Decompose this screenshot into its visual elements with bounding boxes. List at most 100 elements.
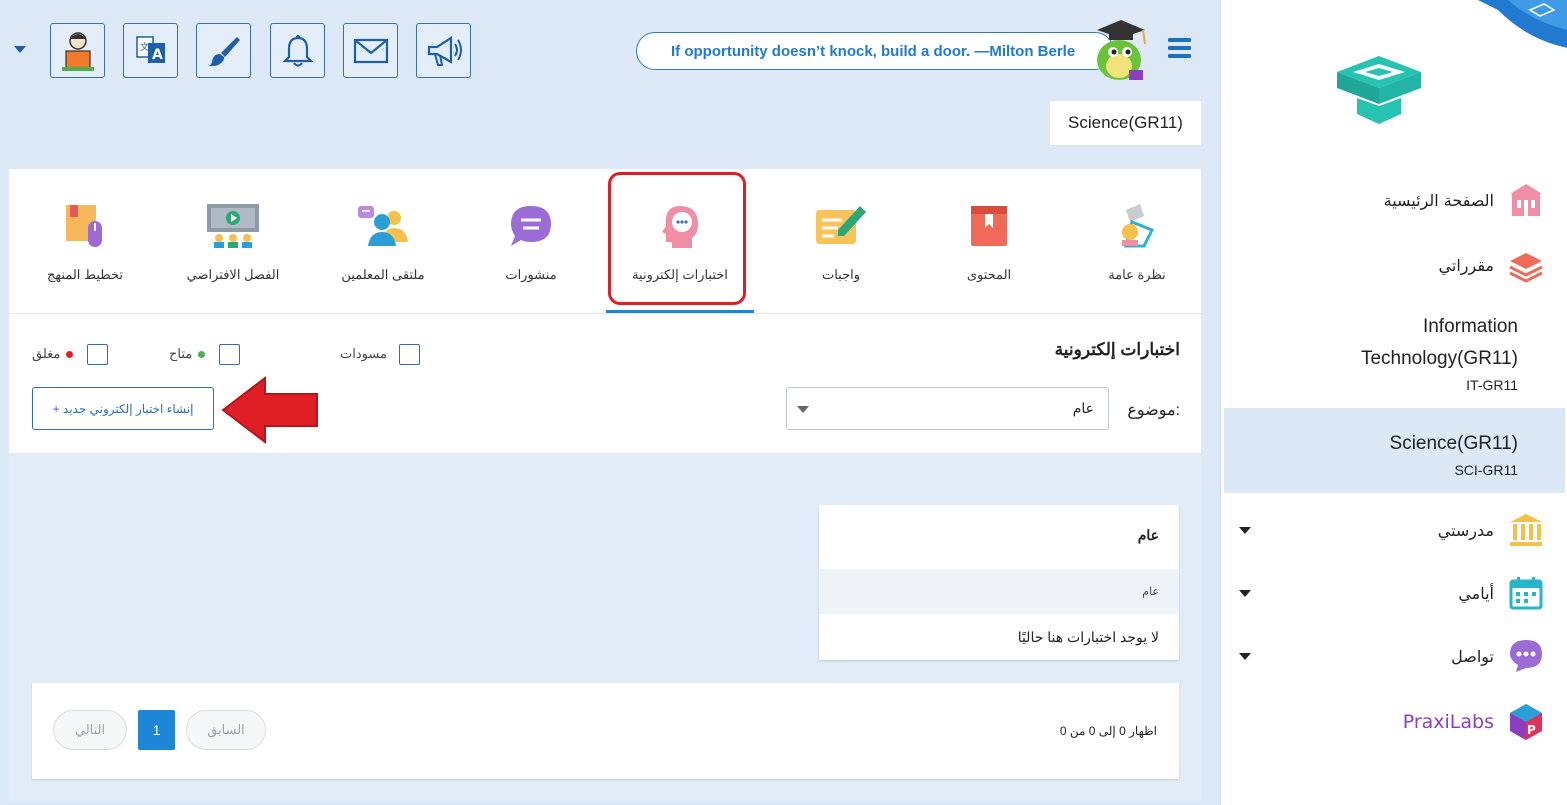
sidebar-item-label: PraxiLabs bbox=[1402, 711, 1494, 733]
svg-text:A: A bbox=[152, 47, 163, 63]
motivational-quote: If opportunity doesn’t knock, build a do… bbox=[636, 32, 1114, 70]
chevron-down-icon[interactable] bbox=[1239, 653, 1251, 660]
calendar-icon bbox=[1509, 577, 1543, 610]
mascot-dragon-icon bbox=[1097, 20, 1146, 80]
tab-label: تخطيط المنهج bbox=[47, 267, 123, 282]
legend-closed[interactable]: مغلق bbox=[32, 343, 109, 365]
institution-icon bbox=[1510, 514, 1542, 546]
next-page-button[interactable]: التالي bbox=[53, 710, 127, 750]
course-name-line1: Science(GR11) bbox=[1389, 433, 1518, 454]
create-quiz-button[interactable]: + إنشاء اختبار إلكتروني جديد bbox=[32, 387, 214, 430]
chevron-down-icon[interactable] bbox=[1239, 590, 1251, 597]
pagination-bar: اظهار 0 إلى 0 من 0 السابق 1 التالي bbox=[32, 683, 1179, 779]
overview-icon bbox=[1122, 204, 1155, 248]
announcements-button[interactable] bbox=[416, 23, 471, 78]
topic-select[interactable]: عام bbox=[786, 387, 1109, 430]
content-book-icon bbox=[971, 206, 1007, 246]
closed-checkbox[interactable] bbox=[87, 343, 109, 365]
closed-dot-icon bbox=[66, 350, 74, 358]
available-checkbox[interactable] bbox=[219, 343, 241, 365]
bell-icon bbox=[281, 34, 314, 67]
legend-closed-label: مغلق bbox=[32, 346, 61, 361]
chevron-down-icon bbox=[797, 406, 809, 413]
megaphone-icon bbox=[427, 35, 462, 66]
available-dot-icon bbox=[198, 350, 206, 358]
app-logo-icon bbox=[1337, 56, 1421, 124]
topic-select-value: عام bbox=[1072, 400, 1094, 416]
course-code: SCI-GR11 bbox=[1454, 462, 1518, 478]
tab-overview[interactable]: نظرة عامة bbox=[1063, 169, 1211, 313]
sidebar-item-label: مدرستي bbox=[1437, 520, 1494, 540]
quiz-topic-card: عام عام لا يوجد اختبارات هنا حاليًا bbox=[819, 505, 1179, 660]
prev-page-button[interactable]: السابق bbox=[186, 710, 266, 750]
annotation-arrow-icon bbox=[221, 375, 318, 445]
tab-label: المحتوى bbox=[966, 267, 1012, 282]
sidebar-item-label: أيامي bbox=[1458, 583, 1494, 603]
sidebar-item-my-school[interactable]: مدرستي bbox=[1438, 510, 1544, 550]
course-tabs: نظرة عامة المحتوى واجبات اختبارات إلكترو… bbox=[9, 169, 1201, 314]
messages-button[interactable] bbox=[343, 23, 398, 78]
sidebar-item-communicate[interactable]: تواصل bbox=[1451, 636, 1544, 676]
school-building-icon bbox=[1510, 184, 1542, 216]
sidebar: الصفحة الرئيسية مقرراتي Information Tech… bbox=[1220, 0, 1567, 805]
sidebar-item-my-days[interactable]: أيامي bbox=[1458, 573, 1544, 613]
sidebar-course-science-text: Science(GR11) SCI-GR11 bbox=[1390, 428, 1518, 478]
virtual-class-icon bbox=[207, 204, 259, 248]
brush-icon bbox=[208, 36, 240, 66]
tab-label: ملتقى المعلمين bbox=[341, 267, 425, 282]
mail-icon bbox=[353, 38, 388, 63]
sidebar-item-praxilabs[interactable]: PraxiLabs P bbox=[1403, 702, 1544, 742]
notifications-button[interactable] bbox=[270, 23, 325, 78]
course-panel: نظرة عامة المحتوى واجبات اختبارات إلكترو… bbox=[9, 169, 1201, 801]
profile-button[interactable] bbox=[50, 23, 105, 78]
sidebar-item-label: مقرراتي bbox=[1438, 255, 1494, 275]
course-name-line1: Information bbox=[1422, 316, 1518, 337]
layers-icon bbox=[1509, 253, 1543, 283]
sidebar-item-label: تواصل bbox=[1451, 646, 1494, 666]
theme-brush-button[interactable] bbox=[196, 23, 251, 78]
chevron-down-icon[interactable] bbox=[14, 46, 26, 53]
pagination-info: اظهار 0 إلى 0 من 0 bbox=[1059, 724, 1157, 738]
tab-teachers-forum[interactable]: ملتقى المعلمين bbox=[309, 169, 457, 313]
chevron-down-icon[interactable] bbox=[1239, 527, 1251, 534]
sidebar-item-home[interactable]: الصفحة الرئيسية bbox=[1384, 180, 1544, 220]
legend-drafts-label: مسودات bbox=[340, 346, 387, 361]
tab-label: الفصل الافتراضي bbox=[186, 267, 280, 282]
annotation-highlight-box bbox=[608, 172, 746, 305]
sidebar-item-my-courses[interactable]: مقرراتي bbox=[1439, 245, 1544, 285]
drafts-checkbox[interactable] bbox=[398, 343, 420, 365]
menu-hamburger-icon[interactable] bbox=[1168, 38, 1191, 62]
chat-icon bbox=[1510, 640, 1542, 672]
posts-bubble-icon bbox=[511, 206, 551, 246]
tab-label: واجبات bbox=[821, 267, 861, 282]
tab-posts[interactable]: منشورات bbox=[457, 169, 605, 313]
section-title: اختبارات إلكترونية bbox=[1054, 340, 1180, 359]
quiz-card-heading: عام bbox=[1137, 527, 1159, 543]
course-code: IT-GR11 bbox=[1466, 377, 1518, 393]
tab-assignments[interactable]: واجبات bbox=[767, 169, 915, 313]
quiz-card-subheading: عام bbox=[1142, 586, 1159, 598]
legend-available-label: متاح bbox=[169, 346, 193, 361]
translate-button[interactable]: A 文 bbox=[123, 23, 178, 78]
topic-label: موضوع: bbox=[1127, 402, 1180, 419]
legend-available[interactable]: متاح bbox=[169, 343, 241, 365]
legend-drafts[interactable]: مسودات bbox=[340, 343, 420, 365]
current-page-button[interactable]: 1 bbox=[138, 710, 175, 750]
tab-label: نظرة عامة bbox=[1108, 267, 1166, 282]
translate-icon: A 文 bbox=[135, 35, 165, 63]
sidebar-course-it[interactable]: Information Technology(GR11) IT-GR11 bbox=[1361, 311, 1518, 393]
course-name-line2: Technology(GR11) bbox=[1360, 348, 1518, 369]
tab-virtual-class[interactable]: الفصل الافتراضي bbox=[159, 169, 307, 313]
empty-message: لا يوجد اختبارات هنا حاليًا bbox=[1017, 629, 1159, 645]
sidebar-item-label: الصفحة الرئيسية bbox=[1383, 190, 1494, 210]
corner-decoration-icon bbox=[1478, 0, 1567, 48]
course-title: Science(GR11) bbox=[1050, 101, 1201, 145]
teachers-forum-icon bbox=[358, 206, 408, 246]
tab-label: منشورات bbox=[505, 267, 557, 282]
tab-curriculum-planning[interactable]: تخطيط المنهج bbox=[11, 169, 159, 313]
main-area: A 文 If opportunity doesn’t knock, build … bbox=[0, 0, 1220, 805]
curriculum-planning-icon bbox=[66, 205, 102, 247]
tab-content[interactable]: المحتوى bbox=[915, 169, 1063, 313]
svg-text:文: 文 bbox=[140, 41, 149, 53]
assignments-icon bbox=[816, 206, 866, 244]
